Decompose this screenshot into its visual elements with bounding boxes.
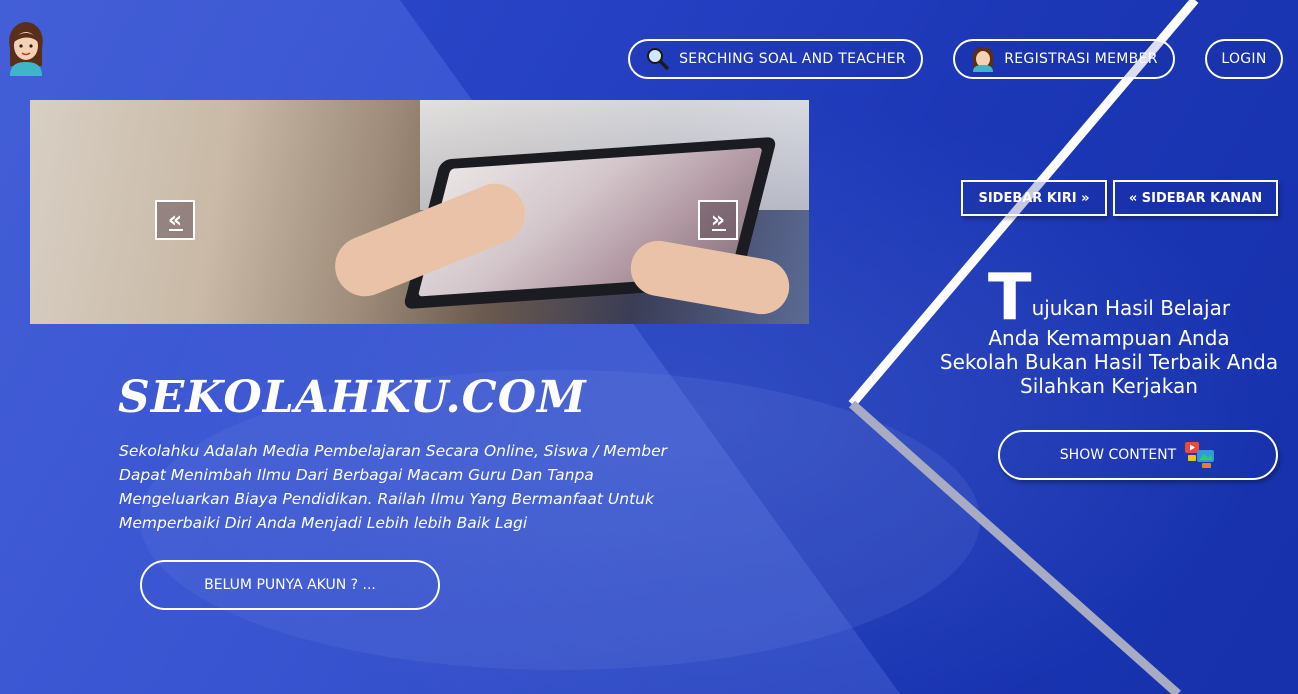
slide-hand-right (626, 236, 794, 319)
tagline: Tujukan Hasil Belajar Anda Kemampuan And… (930, 266, 1288, 398)
tagline-line4: Silahkan Kerjakan (1020, 374, 1198, 398)
tagline-line3: Sekolah Bukan Hasil Terbaik Anda (939, 350, 1279, 374)
tagline-line1-text: ujukan Hasil Belajar (1031, 296, 1231, 320)
slider-next-button[interactable]: » (698, 200, 738, 240)
sidebar-right-button[interactable]: « SIDEBAR KANAN (1113, 180, 1278, 216)
register-member-button[interactable]: REGISTRASI MEMBER (953, 39, 1175, 79)
image-slider: « » (30, 100, 809, 324)
girl-avatar-icon[interactable] (4, 20, 48, 76)
search-soal-teacher-button[interactable]: SERCHING SOAL AND TEACHER (628, 39, 923, 79)
slider-next-symbol: » (710, 207, 726, 233)
tagline-drop-cap: T (987, 261, 1032, 335)
slider-prev-button[interactable]: « (155, 200, 195, 240)
show-content-label: SHOW CONTENT (1059, 447, 1177, 463)
tagline-line2: Anda Kemampuan Anda (988, 326, 1230, 350)
register-member-label: REGISTRASI MEMBER (1004, 51, 1158, 67)
magnifier-icon (647, 48, 670, 71)
slider-prev-symbol: « (167, 207, 183, 233)
show-content-button[interactable]: SHOW CONTENT (998, 430, 1278, 480)
hero-description: Sekolahku Adalah Media Pembelajaran Seca… (119, 442, 668, 532)
girl-avatar-icon (972, 47, 994, 72)
media-icon (1185, 442, 1215, 468)
login-button[interactable]: LOGIN (1205, 39, 1283, 79)
search-soal-teacher-label: SERCHING SOAL AND TEACHER (679, 51, 906, 67)
brand-title: SEKOLAHKU.COM (118, 372, 587, 423)
tagline-line1: Tujukan Hasil Belajar (930, 266, 1288, 330)
no-account-button[interactable]: BELUM PUNYA AKUN ? ... (140, 560, 440, 610)
no-account-label: BELUM PUNYA AKUN ? ... (204, 577, 376, 593)
sidebar-right-label: « SIDEBAR KANAN (1128, 190, 1263, 206)
sidebar-left-label: SIDEBAR KIRI » (978, 190, 1090, 206)
sidebar-left-button[interactable]: SIDEBAR KIRI » (961, 180, 1107, 216)
login-label: LOGIN (1221, 51, 1267, 67)
